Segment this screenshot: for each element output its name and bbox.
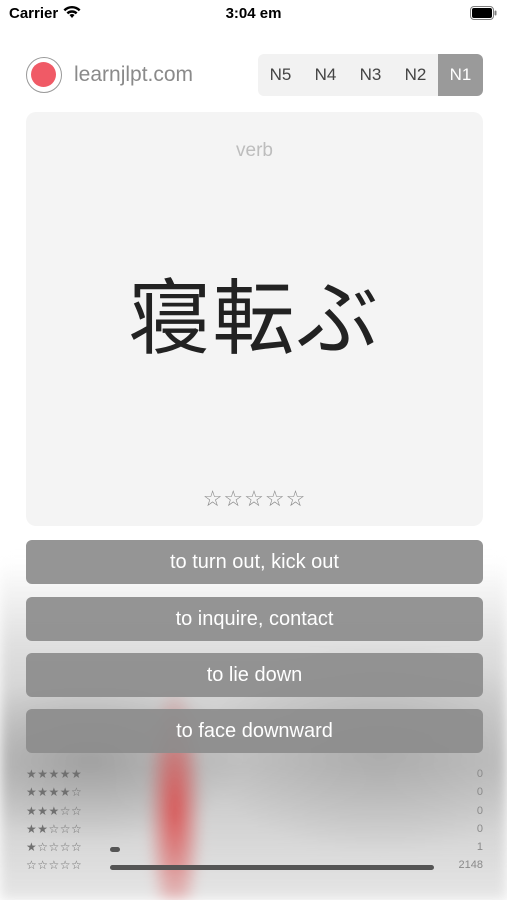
answer-button-2[interactable]: to inquire, contact	[26, 597, 483, 641]
level-tab-n5[interactable]: N5	[258, 54, 303, 96]
stat-bar	[110, 811, 434, 816]
level-selector: N5 N4 N3 N2 N1	[258, 54, 483, 96]
flashcard[interactable]: verb 寝転ぶ ☆☆☆☆☆	[26, 112, 483, 526]
stat-count: 0	[476, 768, 483, 780]
stat-bar	[110, 847, 434, 853]
site-name[interactable]: learnjlpt.com	[74, 63, 193, 87]
stat-count: 0	[476, 786, 483, 799]
answer-button-4[interactable]: to face downward	[26, 709, 483, 753]
record-icon[interactable]	[26, 57, 62, 93]
stat-stars: ★★☆☆☆	[26, 821, 83, 836]
stat-row: ★★☆☆☆ 0	[26, 822, 483, 840]
level-tab-n3[interactable]: N3	[348, 54, 393, 96]
clock: 3:04 em	[225, 5, 282, 22]
status-bar: Carrier 3:04 em	[0, 0, 507, 28]
stat-count: 2148	[458, 859, 483, 872]
stat-row: ☆☆☆☆☆ 2148	[26, 858, 483, 876]
stat-count: 0	[476, 822, 483, 835]
answer-button-1[interactable]: to turn out, kick out	[26, 540, 483, 584]
stat-stars: ★★★☆☆	[26, 803, 83, 818]
progress-stats: ★★★★★ 0 ★★★★☆ 0 ★★★☆☆ 0 ★★☆☆☆ 0 ★☆☆☆☆ 1 …	[26, 767, 483, 877]
stat-row: ★★★★★ 0	[26, 767, 483, 785]
header: learnjlpt.com N5 N4 N3 N2 N1	[26, 54, 483, 96]
level-tab-n2[interactable]: N2	[393, 54, 438, 96]
stat-bar	[110, 774, 434, 779]
vocab-word: 寝転ぶ	[128, 272, 381, 367]
level-tab-n4[interactable]: N4	[303, 54, 348, 96]
stat-row: ★☆☆☆☆ 1	[26, 840, 483, 858]
stat-bar	[110, 792, 434, 797]
stat-stars: ☆☆☆☆☆	[26, 858, 83, 873]
stat-row: ★★★★☆ 0	[26, 785, 483, 803]
stat-row: ★★★☆☆ 0	[26, 804, 483, 822]
stat-bar-fill	[110, 865, 434, 871]
part-of-speech: verb	[236, 140, 273, 161]
level-tab-n1[interactable]: N1	[438, 54, 483, 96]
stat-bar	[110, 865, 434, 871]
stat-stars: ★★★★★	[26, 767, 83, 781]
stat-bar-fill	[110, 847, 120, 853]
stat-stars: ★☆☆☆☆	[26, 840, 83, 855]
rating-stars[interactable]: ☆☆☆☆☆	[26, 486, 483, 512]
stat-count: 0	[476, 804, 483, 817]
stat-bar	[110, 829, 434, 834]
battery-icon	[470, 6, 497, 20]
answer-button-3[interactable]: to lie down	[26, 653, 483, 697]
record-dot	[31, 62, 56, 87]
stat-count: 1	[476, 841, 483, 854]
stat-stars: ★★★★☆	[26, 785, 83, 800]
